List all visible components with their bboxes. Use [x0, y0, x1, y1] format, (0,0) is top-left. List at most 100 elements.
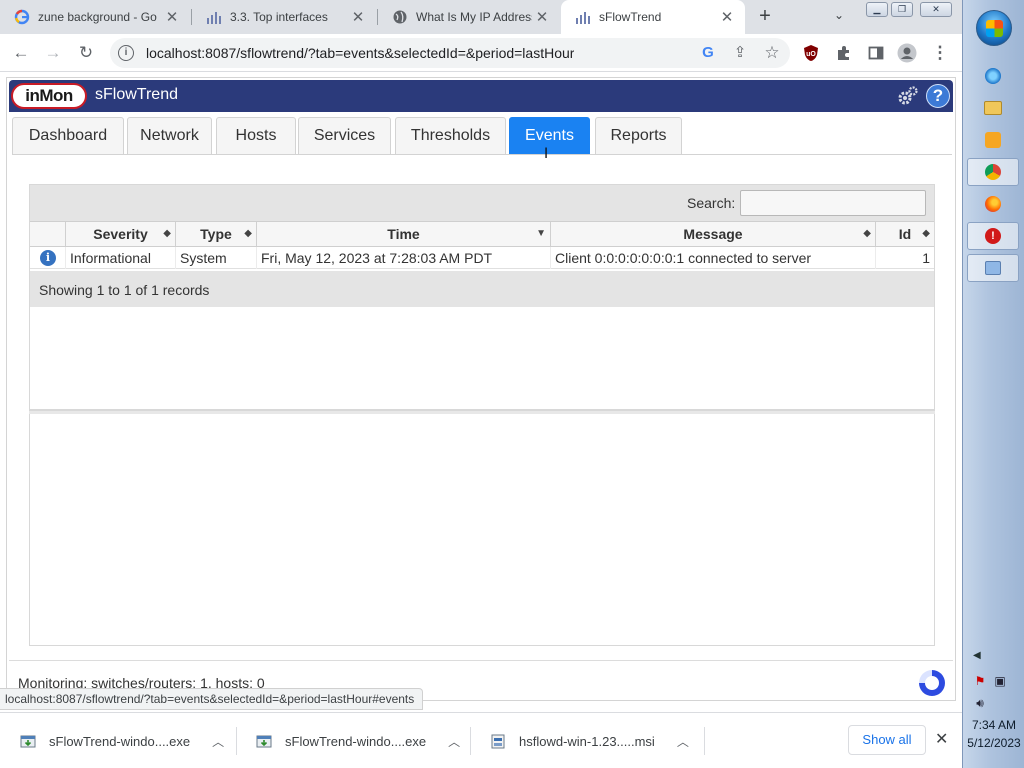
app-banner: inMon sFlowTrend ?	[9, 80, 953, 112]
close-window-button[interactable]: ✕	[920, 2, 952, 17]
forward-icon[interactable]: →	[42, 42, 64, 64]
media-player-icon	[985, 132, 1001, 148]
records-count: Showing 1 to 1 of 1 records	[39, 282, 210, 298]
taskbar-chrome-icon[interactable]	[967, 158, 1019, 186]
text-cursor-icon: I	[544, 146, 549, 162]
tab-hosts[interactable]: Hosts	[216, 117, 296, 155]
tab-services[interactable]: Services	[298, 117, 391, 155]
close-icon[interactable]: ✕	[935, 729, 948, 749]
show-all-downloads-button[interactable]: Show all	[848, 725, 926, 755]
info-icon[interactable]: i	[118, 45, 134, 61]
taskbar-opera-icon[interactable]: !	[967, 222, 1019, 250]
column-header-severity[interactable]: Severity ◆	[66, 222, 176, 246]
close-icon[interactable]: ✕	[532, 8, 552, 26]
clock-time[interactable]: 7:34 AM	[963, 718, 1024, 732]
event-detail-panel	[29, 414, 935, 646]
chevron-up-icon[interactable]: ︿	[212, 733, 224, 750]
app-title: sFlowTrend	[95, 86, 178, 103]
bookmark-star-icon[interactable]: ☆	[761, 42, 783, 64]
download-separator	[704, 727, 705, 755]
menu-dots-icon[interactable]: ⋮	[929, 42, 951, 64]
search-label: Search:	[687, 195, 736, 211]
tab-dashboard[interactable]: Dashboard	[12, 117, 124, 155]
tab-reports[interactable]: Reports	[595, 117, 682, 155]
table-header: Severity ◆ Type ◆ Time ▼ Message ◆ Id ◆	[30, 221, 934, 247]
column-header-label: Message	[683, 226, 743, 242]
severity-icon-cell: i	[30, 247, 66, 269]
column-header-id[interactable]: Id ◆	[876, 222, 934, 246]
taskbar-ie-icon[interactable]	[967, 62, 1019, 90]
events-table-panel: Search: Severity ◆ Type ◆ Time ▼ Message…	[29, 184, 935, 410]
volume-icon[interactable]: 🔊︎	[973, 696, 987, 710]
windows-start-button[interactable]	[976, 10, 1012, 46]
address-url: localhost:8087/sflowtrend/?tab=events&se…	[146, 45, 575, 61]
help-icon[interactable]: ?	[926, 84, 950, 108]
cell-type: System	[176, 247, 257, 269]
globe-icon	[392, 9, 408, 25]
opera-icon: !	[985, 228, 1001, 244]
windows-logo-icon	[986, 20, 1003, 37]
tab-title: zune background - Go	[38, 10, 157, 24]
new-tab-button[interactable]: +	[756, 6, 774, 28]
link-hover-url: localhost:8087/sflowtrend/?tab=events&se…	[0, 688, 424, 710]
minimize-button[interactable]: ▁	[866, 2, 888, 17]
column-header-message[interactable]: Message ◆	[551, 222, 876, 246]
firefox-icon	[985, 196, 1001, 212]
column-header-label: Id	[898, 226, 912, 242]
back-icon[interactable]: ←	[10, 42, 32, 64]
address-bar[interactable]: i localhost:8087/sflowtrend/?tab=events&…	[110, 38, 790, 68]
ublock-icon[interactable]: uO	[800, 42, 822, 64]
taskbar-firefox-icon[interactable]	[967, 190, 1019, 218]
browser-tab-what-is-my-ip[interactable]: What Is My IP Address ✕	[378, 0, 560, 34]
tab-strip: zune background - Go ✕ 3.3. Top interfac…	[0, 0, 962, 34]
download-item[interactable]: sFlowTrend-windo....exe ︿	[236, 713, 470, 768]
google-icon	[14, 9, 30, 25]
column-header-label: Time	[387, 226, 420, 242]
side-panel-icon[interactable]	[865, 42, 887, 64]
profile-avatar-icon[interactable]	[896, 42, 918, 64]
chevron-down-icon[interactable]: ⌄	[834, 8, 844, 22]
column-header-time[interactable]: Time ▼	[257, 222, 551, 246]
extensions-puzzle-icon[interactable]	[833, 42, 855, 64]
download-filename: sFlowTrend-windo....exe	[49, 733, 191, 749]
close-icon[interactable]: ✕	[717, 8, 737, 26]
close-icon[interactable]: ✕	[348, 8, 368, 26]
browser-tab-sflowtrend[interactable]: sFlowTrend ✕	[561, 0, 745, 34]
sort-both-icon: ◆	[244, 228, 252, 239]
column-header-label: Type	[200, 226, 232, 242]
table-row[interactable]: i Informational System Fri, May 12, 2023…	[30, 247, 934, 269]
google-lens-icon[interactable]: G	[697, 42, 719, 64]
clock-date[interactable]: 5/12/2023	[963, 736, 1024, 750]
taskbar-media-player-icon[interactable]	[967, 126, 1019, 154]
download-filename: sFlowTrend-windo....exe	[285, 733, 427, 749]
chevron-up-icon[interactable]: ︿	[448, 733, 460, 750]
search-input[interactable]	[740, 190, 926, 216]
maximize-button[interactable]: ❐	[891, 2, 913, 17]
tab-title: sFlowTrend	[599, 10, 662, 24]
tray-expand-chevron-icon[interactable]: ◀	[973, 650, 981, 661]
cell-id: 1	[922, 250, 930, 266]
download-item[interactable]: sFlowTrend-windo....exe ︿	[0, 713, 236, 768]
tab-events[interactable]: Events	[509, 117, 590, 155]
chevron-up-icon[interactable]: ︿	[677, 733, 689, 750]
gear-icon[interactable]	[897, 85, 919, 107]
tab-network[interactable]: Network	[127, 117, 212, 155]
close-icon[interactable]: ✕	[162, 8, 182, 26]
tab-thresholds[interactable]: Thresholds	[395, 117, 506, 155]
browser-tab-zune[interactable]: zune background - Go ✕	[0, 0, 190, 34]
network-icon[interactable]: ▣	[993, 674, 1007, 688]
inmon-logo[interactable]: inMon	[11, 83, 87, 109]
taskbar-explorer-icon[interactable]	[967, 94, 1019, 122]
action-center-flag-icon[interactable]: ⚑	[973, 674, 987, 688]
reload-icon[interactable]: ↻	[75, 42, 97, 64]
share-icon[interactable]: ⇪	[729, 42, 751, 64]
column-header-type[interactable]: Type ◆	[176, 222, 257, 246]
search-toolbar: Search:	[30, 185, 934, 221]
chart-icon	[575, 9, 591, 25]
msi-package-icon	[490, 733, 506, 749]
taskbar-app-icon[interactable]	[967, 254, 1019, 282]
sort-desc-icon: ▼	[536, 228, 546, 239]
download-item[interactable]: hsflowd-win-1.23.....msi ︿	[470, 713, 704, 768]
browser-tab-top-interfaces[interactable]: 3.3. Top interfaces ✕	[192, 0, 376, 34]
sort-both-icon: ◆	[163, 228, 171, 239]
